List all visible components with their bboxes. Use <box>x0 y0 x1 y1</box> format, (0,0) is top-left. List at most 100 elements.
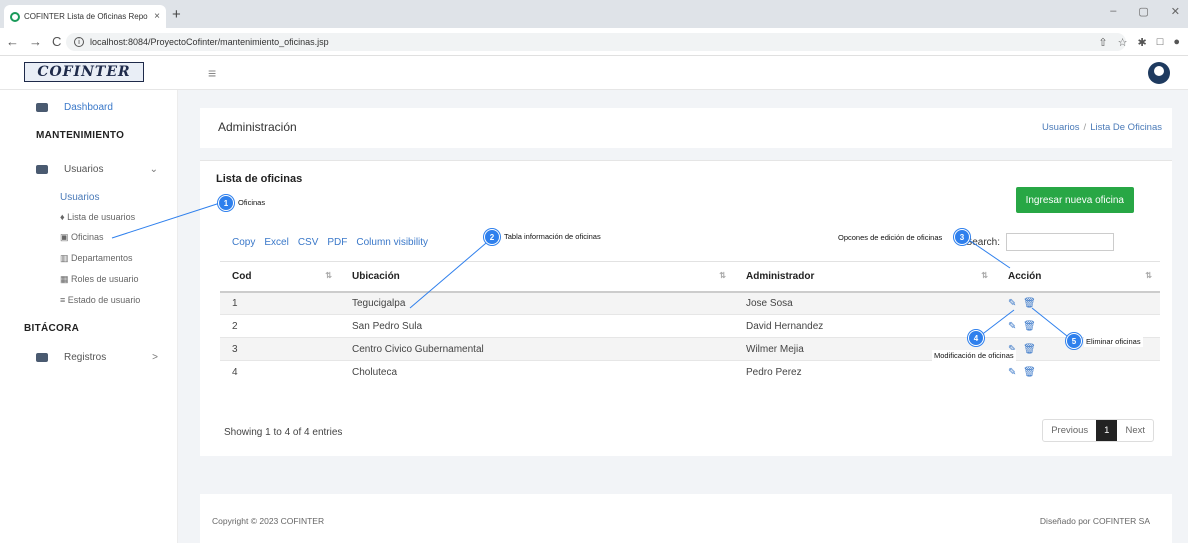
users-icon <box>36 165 48 174</box>
breadcrumb: Usuarios / Lista De Oficinas <box>1042 122 1162 133</box>
table-row: 4 Choluteca Pedro Perez ✎ 🗑 <box>220 360 1160 384</box>
copy-button[interactable]: Copy <box>232 237 255 248</box>
column-header-accion[interactable]: Acción ⇅ <box>996 261 1160 293</box>
oficinas-card: Lista de oficinas Ingresar nueva oficina… <box>200 160 1172 456</box>
forward-icon[interactable]: → <box>29 34 42 49</box>
sidebar-item-label: Departamentos <box>71 253 133 263</box>
bookmark-star-icon[interactable]: ☆ <box>1118 36 1128 49</box>
table-row: 3 Centro Civico Gubernamental Wilmer Mej… <box>220 337 1160 361</box>
sidebar-sub-heading-usuarios: Usuarios <box>60 192 100 203</box>
search-input[interactable] <box>1006 233 1114 251</box>
page-header: Administración Usuarios / Lista De Oficina… <box>200 108 1172 148</box>
edit-delete-icons[interactable]: ✎ 🗑 <box>1008 298 1038 309</box>
new-tab-button[interactable]: + <box>172 6 181 23</box>
sidebar-item-label: Usuarios <box>64 164 104 175</box>
address-bar-row: ← → C i localhost:8084/ProyectoCofinter/… <box>0 28 1188 56</box>
favicon-icon <box>10 11 20 22</box>
page-title: Administración <box>218 120 297 134</box>
sort-icon[interactable]: ⇅ <box>719 271 726 280</box>
annotation-label-2: Tabla información de oficinas <box>502 231 603 242</box>
excel-button[interactable]: Excel <box>264 237 288 248</box>
breadcrumb-separator: / <box>1083 122 1087 133</box>
monitor-icon <box>36 103 48 112</box>
column-header-label: Cod <box>232 270 252 282</box>
sidebar-item-departamentos[interactable]: ▥ Departamentos <box>60 253 133 264</box>
table-header-row: Cod ⇅ Ubicación ⇅ Administrador ⇅ Acción ⇅ <box>220 261 1160 293</box>
breadcrumb-current: Lista De Oficinas <box>1090 122 1162 133</box>
cell-ubicacion: San Pedro Sula <box>340 314 734 338</box>
section-heading-bitacora: BITÁCORA <box>24 323 80 334</box>
sidebar-item-label: Lista de usuarios <box>67 212 136 222</box>
sidebar-item-estado[interactable]: ≡ Estado de usuario <box>60 295 140 305</box>
designed-by-text: Diseñado por COFINTER SA <box>1039 516 1150 526</box>
edit-delete-icons[interactable]: ✎ 🗑 <box>1008 321 1038 332</box>
annotation-badge-4: 4 <box>968 330 984 346</box>
annotation-label-5: Eliminar oficinas <box>1084 336 1143 347</box>
sidebar-item-oficinas[interactable]: ▣ Oficinas <box>60 232 104 243</box>
footer: Copyright © 2023 COFINTER Diseñado por C… <box>200 494 1172 543</box>
annotation-badge-5: 5 <box>1066 333 1082 349</box>
breadcrumb-link-usuarios[interactable]: Usuarios <box>1042 122 1080 133</box>
annotation-badge-1: 1 <box>218 195 234 211</box>
user-avatar-icon[interactable] <box>1148 62 1170 84</box>
sidebar-item-lista-usuarios[interactable]: ♦ Lista de usuarios <box>60 212 135 222</box>
sidebar-item-usuarios-group[interactable]: Usuarios ⌄ <box>0 164 178 175</box>
building-icon: ▥ <box>60 253 72 263</box>
site-info-icon[interactable]: i <box>74 37 84 47</box>
maximize-icon[interactable]: ▢ <box>1138 5 1148 18</box>
close-window-icon[interactable]: ✕ <box>1171 5 1180 18</box>
previous-page-button[interactable]: Previous <box>1043 420 1096 441</box>
url-field[interactable]: i localhost:8084/ProyectoCofinter/manten… <box>66 33 1126 51</box>
sidebar-item-dashboard[interactable]: Dashboard <box>0 102 178 113</box>
cofinter-logo[interactable]: COFINTER <box>24 62 144 82</box>
app-header: COFINTER ≡ <box>0 56 1188 90</box>
profile-icon[interactable]: ● <box>1173 36 1180 49</box>
annotation-label-1: Oficinas <box>236 197 268 208</box>
csv-button[interactable]: CSV <box>298 237 319 248</box>
pagination: Previous 1 Next <box>1042 419 1154 442</box>
sort-icon[interactable]: ⇅ <box>325 271 332 280</box>
sidebar-item-roles[interactable]: ▦ Roles de usuario <box>60 274 139 285</box>
minimize-icon[interactable]: – <box>1110 5 1116 18</box>
sidebar-item-label: Roles de usuario <box>71 274 139 284</box>
page-1-button[interactable]: 1 <box>1096 420 1118 441</box>
extensions-icon[interactable]: ✱ <box>1137 36 1146 49</box>
column-visibility-button[interactable]: Column visibility <box>356 237 428 248</box>
cell-administrador: Pedro Perez <box>734 360 996 384</box>
sidebar-item-registros[interactable]: Registros > <box>0 352 178 363</box>
cell-accion: ✎ 🗑 <box>996 291 1160 315</box>
add-office-button[interactable]: Ingresar nueva oficina <box>1015 187 1134 213</box>
card-title: Lista de oficinas <box>216 173 303 185</box>
next-page-button[interactable]: Next <box>1117 420 1153 441</box>
browser-tab-bar: COFINTER Lista de Oficinas Repo × + – ▢ … <box>0 0 1188 28</box>
export-toolbar: Copy Excel CSV PDF Column visibility <box>232 237 428 248</box>
sort-icon[interactable]: ⇅ <box>1145 271 1152 280</box>
column-header-ubicacion[interactable]: Ubicación ⇅ <box>340 261 734 293</box>
reload-icon[interactable]: C <box>52 34 61 49</box>
annotation-badge-2: 2 <box>484 229 500 245</box>
column-header-label: Administrador <box>746 270 815 282</box>
split-view-icon[interactable]: □ <box>1157 36 1164 49</box>
cell-ubicacion: Choluteca <box>340 360 734 384</box>
sort-icon[interactable]: ⇅ <box>981 271 988 280</box>
roles-icon: ▦ <box>60 274 72 284</box>
pdf-button[interactable]: PDF <box>327 237 347 248</box>
chevron-right-icon: > <box>152 352 158 363</box>
cell-cod: 2 <box>220 314 340 338</box>
list-icon: ≡ <box>60 295 68 305</box>
search-box: Search: <box>966 233 1114 251</box>
office-icon: ▣ <box>60 232 72 242</box>
column-header-cod[interactable]: Cod ⇅ <box>220 261 340 293</box>
table-info: Showing 1 to 4 of 4 entries <box>224 427 343 438</box>
tab-close-icon[interactable]: × <box>154 11 160 22</box>
browser-tab[interactable]: COFINTER Lista de Oficinas Repo × <box>4 5 166 28</box>
cell-administrador: David Hernandez <box>734 314 996 338</box>
hamburger-menu-icon[interactable]: ≡ <box>208 65 216 81</box>
share-icon[interactable]: ⇧ <box>1098 36 1107 49</box>
copyright-text: Copyright © 2023 COFINTER <box>212 516 325 526</box>
chevron-down-icon: ⌄ <box>149 164 158 175</box>
back-icon[interactable]: ← <box>6 34 19 49</box>
column-header-administrador[interactable]: Administrador ⇅ <box>734 261 996 293</box>
cell-cod: 3 <box>220 337 340 361</box>
edit-delete-icons[interactable]: ✎ 🗑 <box>1008 367 1038 378</box>
